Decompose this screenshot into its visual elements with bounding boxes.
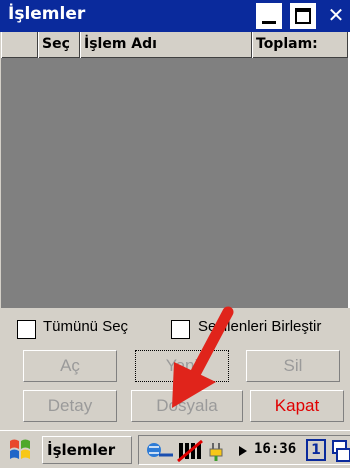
- title-bar: İşlemler ✕: [0, 0, 350, 32]
- tray-expand-arrow-icon[interactable]: [237, 444, 249, 458]
- task-switcher-icon[interactable]: [331, 439, 350, 463]
- input-panel-indicator[interactable]: 1: [306, 439, 326, 461]
- close-button[interactable]: Kapat: [250, 390, 344, 422]
- maximize-icon: [295, 8, 311, 24]
- column-header-blank[interactable]: [1, 32, 38, 58]
- network-icon[interactable]: [145, 441, 175, 461]
- column-header-total[interactable]: Toplam:: [252, 32, 348, 58]
- power-plug-icon[interactable]: [207, 439, 233, 463]
- close-window-button[interactable]: ✕: [322, 2, 350, 30]
- maximize-button[interactable]: [290, 3, 316, 29]
- windows-start-icon[interactable]: [6, 437, 36, 463]
- open-button[interactable]: Aç: [23, 350, 117, 382]
- taskbar: İşlemler 16:36 1: [0, 430, 350, 468]
- listview-header: Seç İşlem Adı Toplam:: [1, 32, 348, 58]
- select-all-checkbox[interactable]: [17, 320, 36, 339]
- select-all-label: Tümünü Seç: [43, 318, 129, 335]
- column-header-select[interactable]: Seç: [38, 32, 80, 58]
- detail-button[interactable]: Detay: [23, 390, 117, 422]
- window-title: İşlemler: [8, 4, 86, 24]
- taskbar-task-islemler[interactable]: İşlemler: [42, 436, 132, 464]
- signal-disabled-icon[interactable]: [177, 439, 203, 463]
- tray-clock[interactable]: 16:36: [254, 441, 296, 457]
- system-tray: 16:36 1: [138, 435, 350, 465]
- delete-button[interactable]: Sil: [246, 350, 340, 382]
- column-header-name[interactable]: İşlem Adı: [80, 32, 252, 58]
- pointer-arrow-icon: [172, 306, 234, 408]
- transactions-listview[interactable]: Seç İşlem Adı Toplam:: [1, 32, 350, 308]
- minimize-button[interactable]: [256, 3, 282, 29]
